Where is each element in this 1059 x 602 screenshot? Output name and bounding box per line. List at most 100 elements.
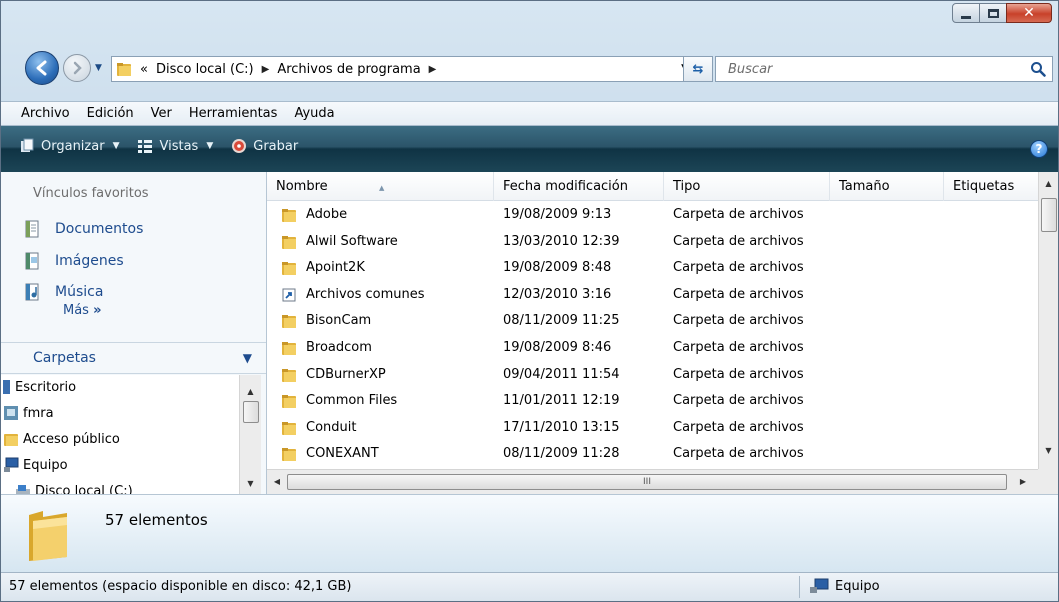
file-name-cell: Alwil Software	[281, 229, 398, 255]
views-button[interactable]: Vistas ▼	[137, 138, 213, 154]
column-size[interactable]: Tamaño	[830, 172, 944, 201]
organize-dropdown-icon: ▼	[112, 141, 120, 151]
table-row[interactable]: Alwil Software 13/03/2010 12:39 Carpeta de…	[267, 229, 1038, 255]
scroll-down-icon[interactable]: ▼	[240, 479, 261, 488]
tree-item-public[interactable]: Acceso público	[3, 431, 120, 447]
minimize-button[interactable]	[952, 3, 980, 23]
arrow-left-icon	[36, 60, 47, 76]
address-bar[interactable]: « Disco local (C:) ▶ Archivos de program…	[111, 56, 697, 82]
search-icon[interactable]	[1030, 61, 1046, 77]
menu-edit[interactable]: Edición	[87, 106, 134, 121]
status-bar: 57 elementos (espacio disponible en disc…	[1, 572, 1058, 601]
table-row[interactable]: Broadcom 19/08/2009 8:46 Carpeta de archiv…	[267, 335, 1038, 361]
tree-item-label: Escritorio	[15, 379, 77, 395]
computer-icon	[4, 457, 19, 472]
table-row[interactable]: BisonCam 08/11/2009 11:25 Carpeta de archi…	[267, 308, 1038, 334]
favorite-music[interactable]: Música	[23, 283, 103, 301]
file-type-cell: Carpeta de archivos	[673, 340, 804, 355]
organize-icon	[21, 138, 34, 152]
refresh-icon: ⇆	[692, 61, 704, 77]
folder-icon	[282, 421, 296, 435]
folders-header[interactable]: Carpetas ▼	[1, 342, 266, 374]
forward-button[interactable]	[63, 54, 91, 82]
scroll-right-icon[interactable]: ▶	[1018, 477, 1028, 486]
table-row[interactable]: Archivos comunes 12/03/2010 3:16 Carpeta d…	[267, 282, 1038, 308]
column-date[interactable]: Fecha modificación	[494, 172, 664, 201]
scroll-left-icon[interactable]: ◀	[272, 477, 282, 486]
more-links[interactable]: Más »	[63, 303, 102, 318]
tree-scrollbar[interactable]: ▲ ▼	[239, 375, 261, 494]
file-name: Adobe	[306, 207, 348, 222]
file-name: Archivos comunes	[306, 286, 425, 302]
tree-item-computer[interactable]: Equipo	[3, 457, 68, 473]
menu-view[interactable]: Ver	[151, 106, 172, 121]
close-icon: ✕	[1023, 5, 1035, 21]
favorite-documents[interactable]: Documentos	[23, 220, 143, 238]
tree-item-user[interactable]: fmra	[3, 405, 54, 421]
help-icon[interactable]: ?	[1030, 140, 1048, 158]
file-date-cell: 08/11/2009 11:25	[503, 313, 620, 329]
views-dropdown-icon: ▼	[206, 141, 214, 151]
table-row[interactable]: Adobe 19/08/2009 9:13 Carpeta de archivos	[267, 202, 1038, 228]
breadcrumb-separator-icon[interactable]: ▶	[262, 64, 270, 75]
burn-button[interactable]: Grabar	[231, 138, 298, 154]
column-name[interactable]: Nombre ▲	[267, 172, 494, 201]
favorite-documents-label: Documentos	[55, 221, 144, 237]
scroll-up-icon[interactable]: ▲	[1039, 179, 1058, 188]
file-name: BisonCam	[306, 313, 372, 329]
folder-large-icon	[29, 511, 67, 561]
file-type-cell: Carpeta de archivos	[673, 419, 804, 435]
more-chevron-icon: »	[93, 303, 102, 318]
breadcrumb-overflow[interactable]: «	[140, 62, 148, 77]
vertical-scroll-thumb[interactable]	[1041, 198, 1057, 232]
maximize-button[interactable]	[979, 3, 1007, 23]
folder-icon	[117, 63, 131, 76]
favorite-links-title: Vínculos favoritos	[33, 186, 149, 201]
scroll-up-icon[interactable]: ▲	[240, 387, 261, 396]
refresh-button[interactable]: ⇆	[683, 56, 713, 82]
table-row[interactable]: Conduit 17/11/2010 13:15 Carpeta de archiv…	[267, 415, 1038, 441]
back-button[interactable]	[25, 51, 59, 85]
column-tags[interactable]: Etiquetas	[944, 172, 1038, 201]
file-name-cell: Common Files	[281, 388, 397, 414]
table-row[interactable]: Apoint2K 19/08/2009 8:48 Carpeta de archiv…	[267, 255, 1038, 281]
table-row[interactable]: CDBurnerXP 09/04/2011 11:54 Carpeta de arc…	[267, 362, 1038, 388]
column-type[interactable]: Tipo	[664, 172, 830, 201]
tree-scroll-thumb[interactable]	[243, 401, 259, 423]
file-type-cell: Carpeta de archivos	[673, 260, 804, 276]
documents-icon	[25, 220, 39, 238]
folder-icon	[282, 368, 296, 382]
desktop-icon	[3, 380, 10, 394]
horizontal-scrollbar[interactable]: ◀ III ▶	[267, 469, 1038, 494]
tree-item-label: Equipo	[23, 457, 68, 473]
breadcrumb-drive[interactable]: Disco local (C:)	[156, 62, 254, 77]
menu-help[interactable]: Ayuda	[294, 106, 334, 121]
column-date-label: Fecha modificación	[503, 179, 628, 194]
search-input[interactable]: Buscar	[715, 56, 1053, 82]
menu-tools[interactable]: Herramientas	[189, 106, 278, 121]
breadcrumb-program-files[interactable]: Archivos de programa	[277, 62, 420, 77]
file-type-cell: Carpeta de archivos	[673, 286, 804, 302]
file-list: Nombre ▲ Fecha modificación Tipo Tamaño …	[267, 172, 1058, 494]
table-row[interactable]: CONEXANT 08/11/2009 11:28 Carpeta de archi…	[267, 441, 1038, 467]
favorite-pictures[interactable]: Imágenes	[23, 252, 124, 270]
column-tags-label: Etiquetas	[953, 179, 1015, 194]
horizontal-scroll-thumb[interactable]: III	[287, 474, 1007, 490]
recent-pages-dropdown[interactable]: ▼	[95, 63, 102, 73]
close-button[interactable]: ✕	[1006, 3, 1052, 23]
vertical-scrollbar[interactable]: ▲ ▼	[1038, 172, 1058, 469]
menu-file[interactable]: Archivo	[21, 106, 70, 121]
scroll-down-icon[interactable]: ▼	[1039, 446, 1058, 455]
file-date-cell: 11/01/2011 12:19	[503, 393, 620, 409]
explorer-window: ✕ ▼ « Disco local (C:) ▶ Archivos de pro…	[0, 0, 1059, 602]
tree-item-local-disk[interactable]: Disco local (C:)	[15, 483, 133, 494]
organize-button[interactable]: Organizar ▼	[19, 138, 119, 154]
status-location-label: Equipo	[835, 578, 880, 594]
table-row[interactable]: Common Files 11/01/2011 12:19 Carpeta de a…	[267, 388, 1038, 414]
breadcrumb-separator-icon[interactable]: ▶	[429, 64, 437, 75]
file-date-cell: 17/11/2010 13:15	[503, 419, 620, 435]
computer-icon	[810, 578, 829, 593]
tree-item-desktop[interactable]: Escritorio	[3, 379, 76, 395]
file-name-cell: CDBurnerXP	[281, 362, 386, 388]
folder-tree: Escritorio fmra Acceso público Equipo Di…	[1, 375, 239, 494]
